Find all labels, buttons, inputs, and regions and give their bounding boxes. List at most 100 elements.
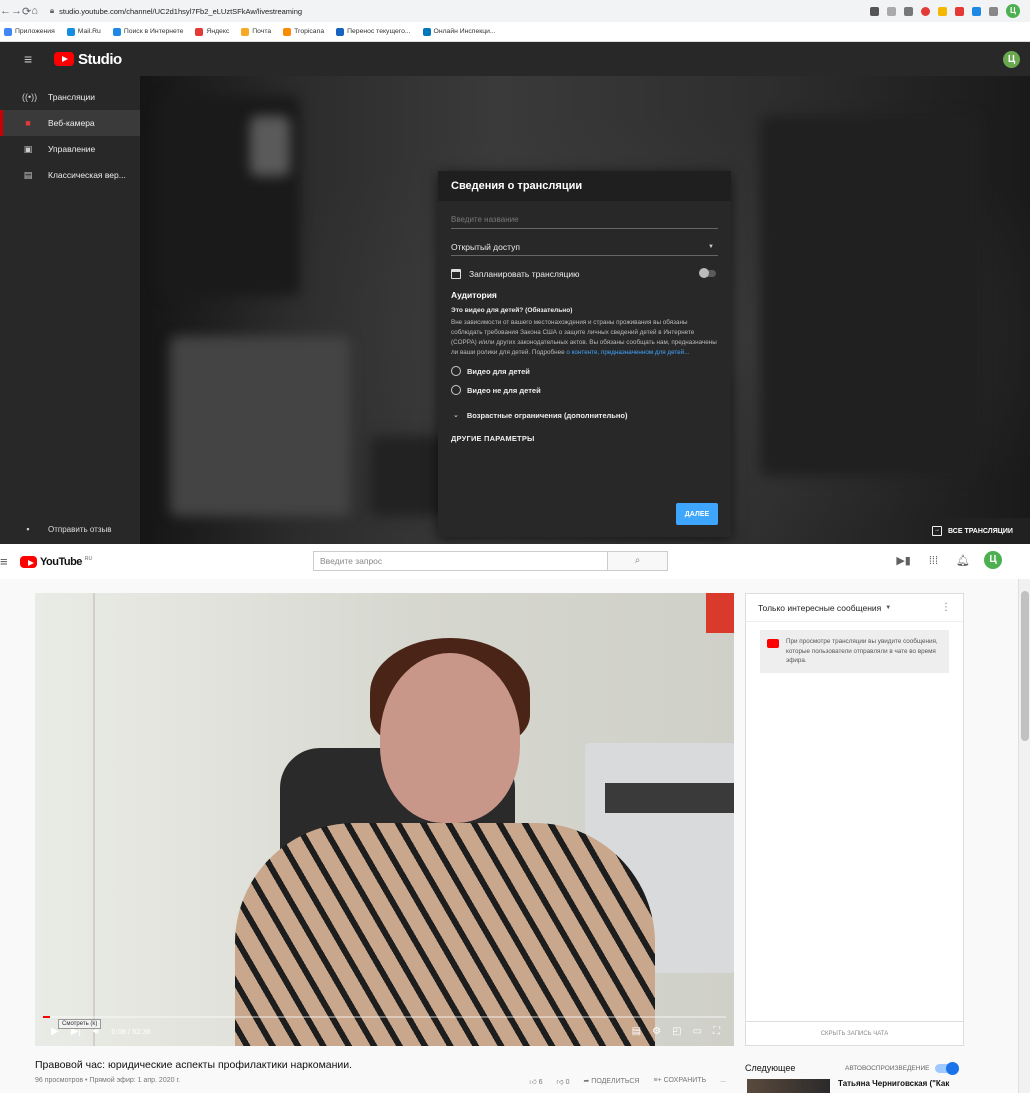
youtube-play-icon	[54, 52, 74, 66]
bookmark-mail[interactable]: Почта	[241, 27, 271, 36]
adblock-icon[interactable]	[920, 6, 930, 16]
bookmark-mailru[interactable]: Mail.Ru	[66, 27, 101, 36]
stream-title-input[interactable]: Введите название	[451, 211, 718, 229]
notifications-bell-icon[interactable]: 🔔︎	[956, 554, 970, 567]
fullscreen-icon[interactable]: ⛶	[713, 1026, 720, 1037]
privacy-select[interactable]: Открытый доступ ▼	[451, 239, 718, 256]
time-display: 0:06 / 52:36	[111, 1027, 151, 1036]
hamburger-menu-icon[interactable]: ≡	[0, 554, 12, 569]
apps-grid-icon[interactable]: ⁞⁞⁞	[929, 555, 938, 567]
forward-icon[interactable]: →	[11, 5, 22, 17]
radio-circle-icon	[451, 385, 461, 395]
extension-icon[interactable]	[903, 6, 913, 16]
screenshot-root: ← → ⟳ ⌂ 🔒︎ studio.youtube.com/channel/UC…	[0, 0, 1030, 1093]
lock-icon: 🔒︎	[49, 6, 55, 15]
reading-list-icon[interactable]	[988, 6, 998, 16]
bookmarks-bar: Приложения Mail.Ru Поиск в Интернете Янд…	[0, 22, 1030, 42]
up-next-title[interactable]: Татьяна Черниговская ("Как	[838, 1079, 949, 1088]
studio-sidebar: ((•)) Трансляции ■ Веб-камера ▣ Управлен…	[0, 76, 140, 544]
chat-filter-dropdown[interactable]: Только интересные сообщения ▼ ⋮	[746, 594, 963, 622]
privacy-value: Открытый доступ	[451, 242, 520, 252]
bookmark-inspection[interactable]: Онлайн Инспекци...	[422, 27, 496, 36]
home-icon[interactable]: ⌂	[31, 5, 38, 17]
autoplay-control: АВТОВОСПРОИЗВЕДЕНИЕ	[845, 1062, 960, 1075]
sidebar-item-classic[interactable]: ▤ Классическая вер...	[0, 162, 140, 188]
video-frame-detail	[235, 823, 655, 1046]
broadcast-icon: ((•))	[22, 92, 38, 102]
audience-question: Это видео для детей? (Обязательно)	[451, 307, 573, 314]
player-controls: ▶ ▶| 🔊︎ 0:06 / 52:36 ▤ ⚙ ◰ ▭ ⛶	[35, 1014, 734, 1046]
schedule-label: Запланировать трансляцию	[469, 269, 580, 279]
camera-ext-icon[interactable]	[869, 6, 879, 16]
star-icon[interactable]	[886, 6, 896, 16]
radio-made-for-kids[interactable]: Видео для детей	[451, 363, 718, 379]
chat-menu-icon[interactable]: ⋮	[941, 602, 951, 613]
address-bar[interactable]: 🔒︎ studio.youtube.com/channel/UC2d1hsyl7…	[44, 3, 864, 19]
classic-icon: ▤	[23, 169, 33, 180]
chat-replay-notice: При просмотре трансляции вы увидите сооб…	[760, 630, 949, 673]
cart-icon[interactable]	[937, 6, 947, 16]
video-player[interactable]: ▶ ▶| 🔊︎ 0:06 / 52:36 ▤ ⚙ ◰ ▭ ⛶	[35, 593, 734, 1046]
video-actions: 👍︎ 6 👎︎ 0 ➦ ПОДЕЛИТЬСЯ ≡+ СОХРАНИТЬ ...	[529, 1077, 726, 1086]
scrollbar-thumb[interactable]	[1021, 591, 1029, 741]
youtube-icon	[767, 639, 779, 648]
page-scrollbar[interactable]	[1018, 579, 1030, 1093]
audience-description: Вне зависимости от вашего местонахождени…	[451, 319, 717, 356]
more-options-link[interactable]: ДРУГИЕ ПАРАМЕТРЫ	[451, 434, 718, 443]
search-box: Введите запрос ⌕	[313, 551, 668, 571]
theater-mode-icon[interactable]: ▭	[693, 1026, 702, 1037]
youtube-logo[interactable]: YouTube RU	[20, 555, 92, 568]
back-icon[interactable]: ←	[0, 5, 11, 17]
schedule-toggle[interactable]	[699, 268, 716, 278]
up-next-label: Следующее	[745, 1063, 796, 1073]
progress-bar[interactable]	[43, 1016, 726, 1018]
dislike-button[interactable]: 👎︎ 0	[557, 1077, 570, 1086]
reload-icon[interactable]: ⟳	[22, 5, 31, 18]
search-icon[interactable]: ⌕	[607, 552, 667, 570]
bookmark-tropicana[interactable]: Tropicana	[283, 27, 324, 36]
radio-circle-icon	[451, 366, 461, 376]
download-icon[interactable]	[971, 6, 981, 16]
hide-chat-button[interactable]: СКРЫТЬ ЗАПИСЬ ЧАТА	[746, 1021, 963, 1045]
more-actions-button[interactable]: ...	[720, 1077, 726, 1086]
miniplayer-icon[interactable]: ◰	[672, 1026, 681, 1037]
youtube-avatar[interactable]: Ц	[984, 551, 1002, 569]
settings-gear-icon[interactable]: ⚙	[652, 1026, 661, 1037]
studio-logo[interactable]: Studio	[54, 51, 122, 68]
header-icons: ▶▮ ⁞⁞⁞ 🔔︎	[896, 554, 970, 568]
up-next-thumbnail[interactable]	[747, 1079, 830, 1093]
studio-app: ≡ Studio Ц ((•)) Трансляции ■ Веб-камера…	[0, 42, 1030, 544]
age-restrictions-expander[interactable]: ⌄ Возрастные ограничения (дополнительно)	[451, 406, 718, 424]
studio-header: ≡ Studio Ц	[0, 42, 1030, 76]
bookmark-yandex[interactable]: Яндекс	[195, 27, 229, 36]
sidebar-item-manage[interactable]: ▣ Управление	[0, 136, 140, 162]
youtube-header: ≡ YouTube RU Введите запрос ⌕ ▶▮ ⁞⁞⁞ 🔔︎ …	[0, 544, 1030, 579]
video-frame-detail	[706, 593, 734, 633]
studio-avatar[interactable]: Ц	[1003, 51, 1020, 68]
audience-learn-more-link[interactable]: о контенте, предназначенном для детей...	[566, 349, 689, 356]
dropdown-arrow-icon: ▼	[708, 244, 714, 250]
sidebar-item-webcam[interactable]: ■ Веб-камера	[0, 110, 140, 136]
all-streams-button[interactable]: → ВСЕ ТРАНСЛЯЦИИ	[922, 518, 1030, 544]
subtitles-icon[interactable]: ▤	[632, 1026, 641, 1037]
save-button[interactable]: ≡+ СОХРАНИТЬ	[653, 1077, 706, 1086]
autoplay-toggle[interactable]	[935, 1062, 960, 1075]
extension-icons: Ц ⋮	[869, 4, 1030, 18]
video-frame-detail	[380, 653, 520, 823]
next-button[interactable]: ДАЛЕЕ	[676, 503, 718, 525]
share-button[interactable]: ➦ ПОДЕЛИТЬСЯ	[583, 1077, 639, 1086]
create-video-icon[interactable]: ▶▮	[896, 554, 911, 567]
bookmark-search[interactable]: Поиск в Интернете	[112, 27, 183, 36]
bookmark-apps[interactable]: Приложения	[4, 27, 55, 36]
hamburger-menu-icon[interactable]: ≡	[24, 51, 42, 67]
like-button[interactable]: 👍︎ 6	[529, 1077, 542, 1086]
video-title: Правовой час: юридические аспекты профил…	[35, 1059, 353, 1071]
radio-not-for-kids[interactable]: Видео не для детей	[451, 382, 718, 398]
profile-avatar[interactable]: Ц	[1005, 4, 1020, 18]
extension-red-icon[interactable]	[954, 6, 964, 16]
sidebar-item-streams[interactable]: ((•)) Трансляции	[0, 84, 140, 110]
youtube-watch-page: ≡ YouTube RU Введите запрос ⌕ ▶▮ ⁞⁞⁞ 🔔︎ …	[0, 544, 1030, 1093]
send-feedback-button[interactable]: ▪ Отправить отзыв	[0, 516, 140, 542]
bookmark-transfer[interactable]: Перенос текущего...	[336, 27, 411, 36]
search-input[interactable]: Введите запрос	[314, 552, 607, 570]
